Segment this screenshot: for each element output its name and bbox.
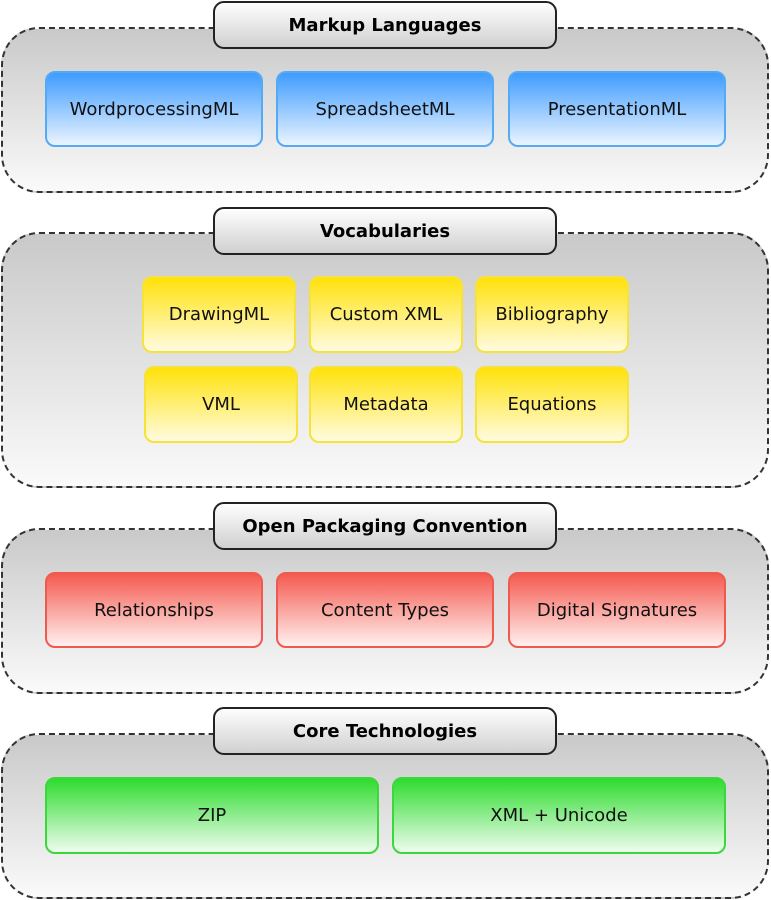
item-relationships: Relationships: [45, 572, 263, 648]
item-vml: VML: [144, 366, 298, 443]
item-drawingml: DrawingML: [142, 276, 296, 353]
item-presentationml: PresentationML: [508, 71, 726, 147]
item-bibliography: Bibliography: [475, 276, 629, 353]
layer-vocabularies: [1, 232, 769, 488]
item-digital-signatures: Digital Signatures: [508, 572, 726, 648]
layer-title-vocabularies: Vocabularies: [213, 207, 557, 255]
item-wordprocessingml: WordprocessingML: [45, 71, 263, 147]
item-xml-unicode: XML + Unicode: [392, 777, 726, 854]
item-metadata: Metadata: [309, 366, 463, 443]
item-equations: Equations: [475, 366, 629, 443]
item-custom-xml: Custom XML: [309, 276, 463, 353]
layer-title-core-technologies: Core Technologies: [213, 707, 557, 755]
item-spreadsheetml: SpreadsheetML: [276, 71, 494, 147]
layer-title-markup-languages: Markup Languages: [213, 1, 557, 49]
item-content-types: Content Types: [276, 572, 494, 648]
item-zip: ZIP: [45, 777, 379, 854]
layer-title-open-packaging-convention: Open Packaging Convention: [213, 502, 557, 550]
